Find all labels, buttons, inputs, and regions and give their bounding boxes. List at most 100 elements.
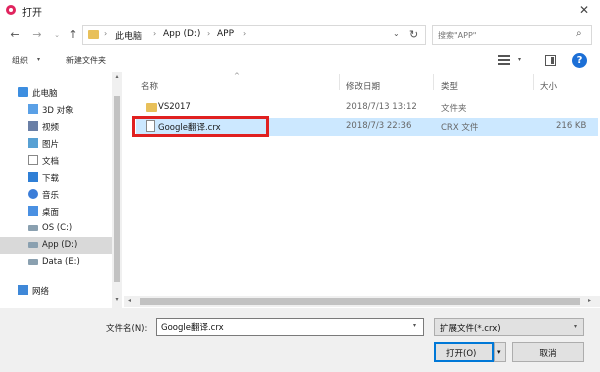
desktop-icon (28, 206, 38, 216)
chevron-down-icon: ▾ (497, 348, 501, 356)
file-type: CRX 文件 (441, 123, 479, 133)
sidebar-item-this-pc[interactable]: 此电脑 (0, 84, 122, 101)
search-input[interactable] (438, 29, 568, 42)
sidebar-item-label: Data (E:) (42, 257, 80, 267)
breadcrumb-app-drive[interactable]: App (D:) (163, 29, 200, 39)
sidebar-item-pictures[interactable]: 图片 (0, 135, 122, 152)
scroll-down-icon[interactable]: ▾ (112, 296, 122, 303)
window-title: 打开 (22, 8, 42, 19)
chevron-right-icon[interactable]: › (104, 29, 107, 38)
folder-icon (88, 30, 99, 39)
sidebar-item-label: 文档 (42, 157, 60, 167)
breadcrumb-app-folder[interactable]: APP (217, 29, 234, 39)
sidebar-item-label: 此电脑 (32, 89, 58, 99)
chevron-right-icon[interactable]: › (243, 29, 246, 38)
sidebar-item-label: 下载 (42, 174, 60, 184)
open-button-label: 打开(O) (446, 349, 477, 359)
column-divider[interactable] (339, 74, 340, 90)
music-icon (28, 189, 38, 199)
sort-indicator-icon: ^ (234, 72, 240, 80)
horizontal-scroll-thumb[interactable] (140, 298, 580, 305)
file-type: 文件夹 (441, 104, 467, 114)
drive-icon (28, 259, 38, 265)
open-options-button[interactable]: ▾ (494, 342, 506, 362)
title-bar (0, 0, 600, 20)
column-header-type[interactable]: 类型 (441, 80, 458, 92)
file-modified: 2018/7/3 22:36 (346, 121, 412, 131)
cancel-button[interactable]: 取消 (512, 342, 584, 362)
up-arrow-icon[interactable]: ↑ (66, 28, 80, 42)
pc-icon (18, 87, 28, 97)
sidebar-item-documents[interactable]: 文档 (0, 152, 122, 169)
sidebar-item-label: 音乐 (42, 191, 60, 201)
forward-arrow-icon[interactable]: → (30, 28, 44, 42)
documents-icon (28, 155, 38, 165)
video-icon (28, 121, 38, 131)
drive-icon (28, 225, 38, 231)
3d-objects-icon (28, 104, 38, 114)
column-divider[interactable] (533, 74, 534, 90)
filename-label: 文件名(N): (106, 324, 148, 334)
chevron-down-icon[interactable]: ▾ (518, 56, 521, 63)
chevron-down-icon[interactable]: ⌄ (393, 29, 400, 38)
sidebar-item-os-c[interactable]: OS (C:) (0, 220, 122, 237)
scroll-up-icon[interactable]: ▴ (112, 73, 122, 80)
column-header-modified[interactable]: 修改日期 (346, 80, 380, 92)
filetype-select[interactable]: 扩展文件(*.crx) ▾ (434, 318, 584, 336)
navigation-row: ← → ⌄ ↑ › 此电脑 › App (D:) › APP › ⌄ ↻ ⌕ (0, 20, 600, 50)
filetype-value: 扩展文件(*.crx) (440, 324, 501, 334)
refresh-icon[interactable]: ↻ (409, 28, 418, 41)
file-modified: 2018/7/13 13:12 (346, 102, 417, 112)
chevron-right-icon[interactable]: › (207, 29, 210, 38)
sidebar-scroll-thumb[interactable] (114, 96, 120, 282)
command-bar: 组织 ▾ 新建文件夹 ▾ ? (0, 50, 600, 72)
sidebar-item-music[interactable]: 音乐 (0, 186, 122, 203)
column-divider[interactable] (433, 74, 434, 90)
drive-icon (28, 242, 38, 248)
sidebar-item-label: 3D 对象 (42, 106, 74, 116)
scroll-right-icon[interactable]: ▸ (588, 297, 591, 304)
sidebar-item-videos[interactable]: 视频 (0, 118, 122, 135)
cancel-button-label: 取消 (539, 349, 557, 359)
sidebar-item-label: 桌面 (42, 208, 60, 218)
chevron-right-icon[interactable]: › (153, 29, 156, 38)
sidebar-item-app-d[interactable]: App (D:) (0, 237, 112, 254)
chevron-down-icon[interactable]: ▾ (37, 56, 40, 63)
sidebar-item-3d-objects[interactable]: 3D 对象 (0, 101, 122, 118)
sidebar-item-label: 视频 (42, 123, 60, 133)
file-name: VS2017 (158, 102, 191, 112)
app-icon (6, 5, 16, 15)
sidebar-item-label: OS (C:) (42, 223, 73, 233)
chevron-down-icon[interactable]: ▾ (413, 322, 416, 329)
organize-button[interactable]: 组织 (12, 55, 28, 66)
file-row[interactable]: VS2017 2018/7/13 13:12 文件夹 (136, 99, 598, 117)
sidebar-item-label: 图片 (42, 140, 60, 150)
pictures-icon (28, 138, 38, 148)
back-arrow-icon[interactable]: ← (8, 28, 22, 42)
address-bar[interactable]: › 此电脑 › App (D:) › APP › ⌄ ↻ (82, 25, 426, 45)
view-list-icon[interactable] (498, 55, 510, 65)
sidebar-item-data-e[interactable]: Data (E:) (0, 254, 122, 271)
sidebar-item-network[interactable]: 网络 (0, 282, 122, 299)
sidebar-item-label: App (D:) (42, 240, 78, 250)
close-icon[interactable]: ✕ (576, 2, 592, 18)
recent-locations-chevron-icon[interactable]: ⌄ (50, 28, 64, 42)
breadcrumb-this-pc[interactable]: 此电脑 (115, 29, 142, 42)
sidebar-item-label: 网络 (32, 287, 50, 297)
new-folder-button[interactable]: 新建文件夹 (66, 55, 106, 66)
sidebar-item-downloads[interactable]: 下载 (0, 169, 122, 186)
file-size: 216 KB (556, 121, 587, 131)
open-button[interactable]: 打开(O) (434, 342, 494, 362)
sidebar-item-desktop[interactable]: 桌面 (0, 203, 122, 220)
preview-pane-icon[interactable] (545, 55, 556, 66)
search-icon[interactable]: ⌕ (576, 28, 582, 39)
filename-input[interactable] (156, 318, 424, 336)
annotation-highlight-box (132, 116, 269, 137)
column-header-name[interactable]: 名称 (141, 80, 158, 92)
help-icon[interactable]: ? (572, 53, 587, 68)
column-header-size[interactable]: 大小 (540, 80, 557, 92)
network-icon (18, 285, 28, 295)
chevron-down-icon: ▾ (574, 323, 578, 330)
search-box[interactable]: ⌕ (432, 25, 592, 45)
scroll-left-icon[interactable]: ◂ (128, 297, 131, 304)
